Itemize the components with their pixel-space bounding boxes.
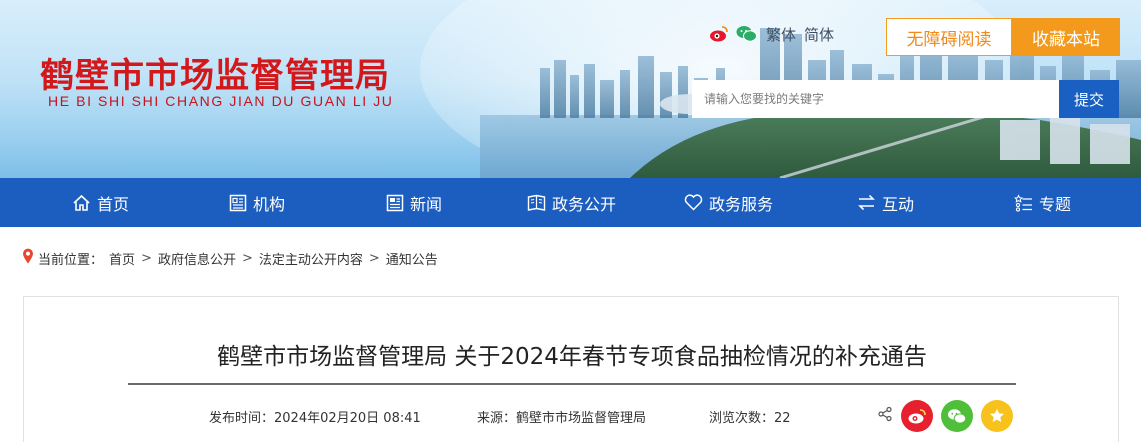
nav-item-government-services[interactable]: 政务服务 xyxy=(684,178,773,227)
site-name: 鹤壁市市场监督管理局 xyxy=(40,56,390,96)
title-divider xyxy=(128,383,1016,385)
heart-icon xyxy=(684,194,703,211)
bookmark-site-button[interactable]: 收藏本站 xyxy=(1012,18,1120,56)
nav-label: 机构 xyxy=(253,194,286,214)
share-favorite-star-icon[interactable] xyxy=(981,400,1013,432)
breadcrumb-separator: > xyxy=(241,250,253,266)
page: 鹤壁市市场监督管理局 HE BI SHI SHI CHANG JIAN DU G… xyxy=(0,0,1141,442)
nav-label: 互动 xyxy=(882,194,915,214)
share-wechat-icon[interactable] xyxy=(941,400,973,432)
nav-item-organization[interactable]: 机构 xyxy=(229,178,285,227)
topic-list-icon xyxy=(1014,193,1033,212)
search-input[interactable] xyxy=(692,80,1059,118)
article-title: 鹤壁市市场监督管理局 关于2024年春节专项食品抽检情况的补充通告 xyxy=(217,344,927,370)
news-icon xyxy=(386,194,404,212)
view-count: 浏览次数：22 xyxy=(709,411,791,426)
site-name-pinyin: HE BI SHI SHI CHANG JIAN DU GUAN LI JU xyxy=(48,93,394,109)
nav-item-home[interactable]: 首页 xyxy=(72,178,129,227)
org-icon xyxy=(229,194,247,212)
share-bar xyxy=(877,400,1013,432)
main-nav: 首页 机构 新闻 政务公开 政务服务 互动 专题 xyxy=(0,178,1141,227)
article-panel: 鹤壁市市场监督管理局 关于2024年春节专项食品抽检情况的补充通告 发布时间：2… xyxy=(23,296,1119,442)
breadcrumb: 当前位置： 首页 > 政府信息公开 > 法定主动公开内容 > 通知公告 xyxy=(22,248,438,268)
accessibility-button[interactable]: 无障碍阅读 xyxy=(886,18,1012,56)
share-weibo-icon[interactable] xyxy=(901,400,933,432)
location-pin-icon xyxy=(22,248,34,268)
breadcrumb-link-notices[interactable]: 通知公告 xyxy=(386,249,438,268)
breadcrumb-prefix: 当前位置： xyxy=(38,252,104,268)
breadcrumb-link-home[interactable]: 首页 xyxy=(109,249,135,268)
traditional-chinese-link[interactable]: 繁体 xyxy=(766,24,796,45)
home-icon xyxy=(72,194,91,212)
top-links: 繁体 简体 xyxy=(708,22,834,46)
nav-item-interaction[interactable]: 互动 xyxy=(857,178,914,227)
search-submit-button[interactable]: 提交 xyxy=(1059,80,1119,118)
nav-item-government-affairs-open[interactable]: 政务公开 xyxy=(527,178,616,227)
wechat-icon[interactable] xyxy=(736,23,758,45)
breadcrumb-link-statutory[interactable]: 法定主动公开内容 xyxy=(259,249,363,268)
simplified-chinese-link[interactable]: 简体 xyxy=(804,24,834,45)
nav-label: 政务服务 xyxy=(709,194,774,214)
breadcrumb-link-gov-info[interactable]: 政府信息公开 xyxy=(158,249,236,268)
nav-item-special-topics[interactable]: 专题 xyxy=(1014,178,1071,227)
breadcrumb-separator: > xyxy=(368,250,380,266)
nav-label: 专题 xyxy=(1039,194,1072,214)
open-gov-icon xyxy=(527,194,546,212)
share-icon[interactable] xyxy=(877,406,893,426)
breadcrumb-separator: > xyxy=(141,250,152,266)
publish-time: 发布时间：2024年02月20日 08:41 xyxy=(209,411,421,426)
nav-label: 首页 xyxy=(97,194,130,214)
nav-label: 政务公开 xyxy=(552,194,617,214)
article-source: 来源：鹤壁市市场监督管理局 xyxy=(477,411,647,426)
nav-label: 新闻 xyxy=(410,194,443,214)
exchange-icon xyxy=(857,194,876,211)
nav-item-news[interactable]: 新闻 xyxy=(386,178,442,227)
weibo-icon[interactable] xyxy=(708,23,730,45)
header-banner: 鹤壁市市场监督管理局 HE BI SHI SHI CHANG JIAN DU G… xyxy=(0,0,1141,178)
